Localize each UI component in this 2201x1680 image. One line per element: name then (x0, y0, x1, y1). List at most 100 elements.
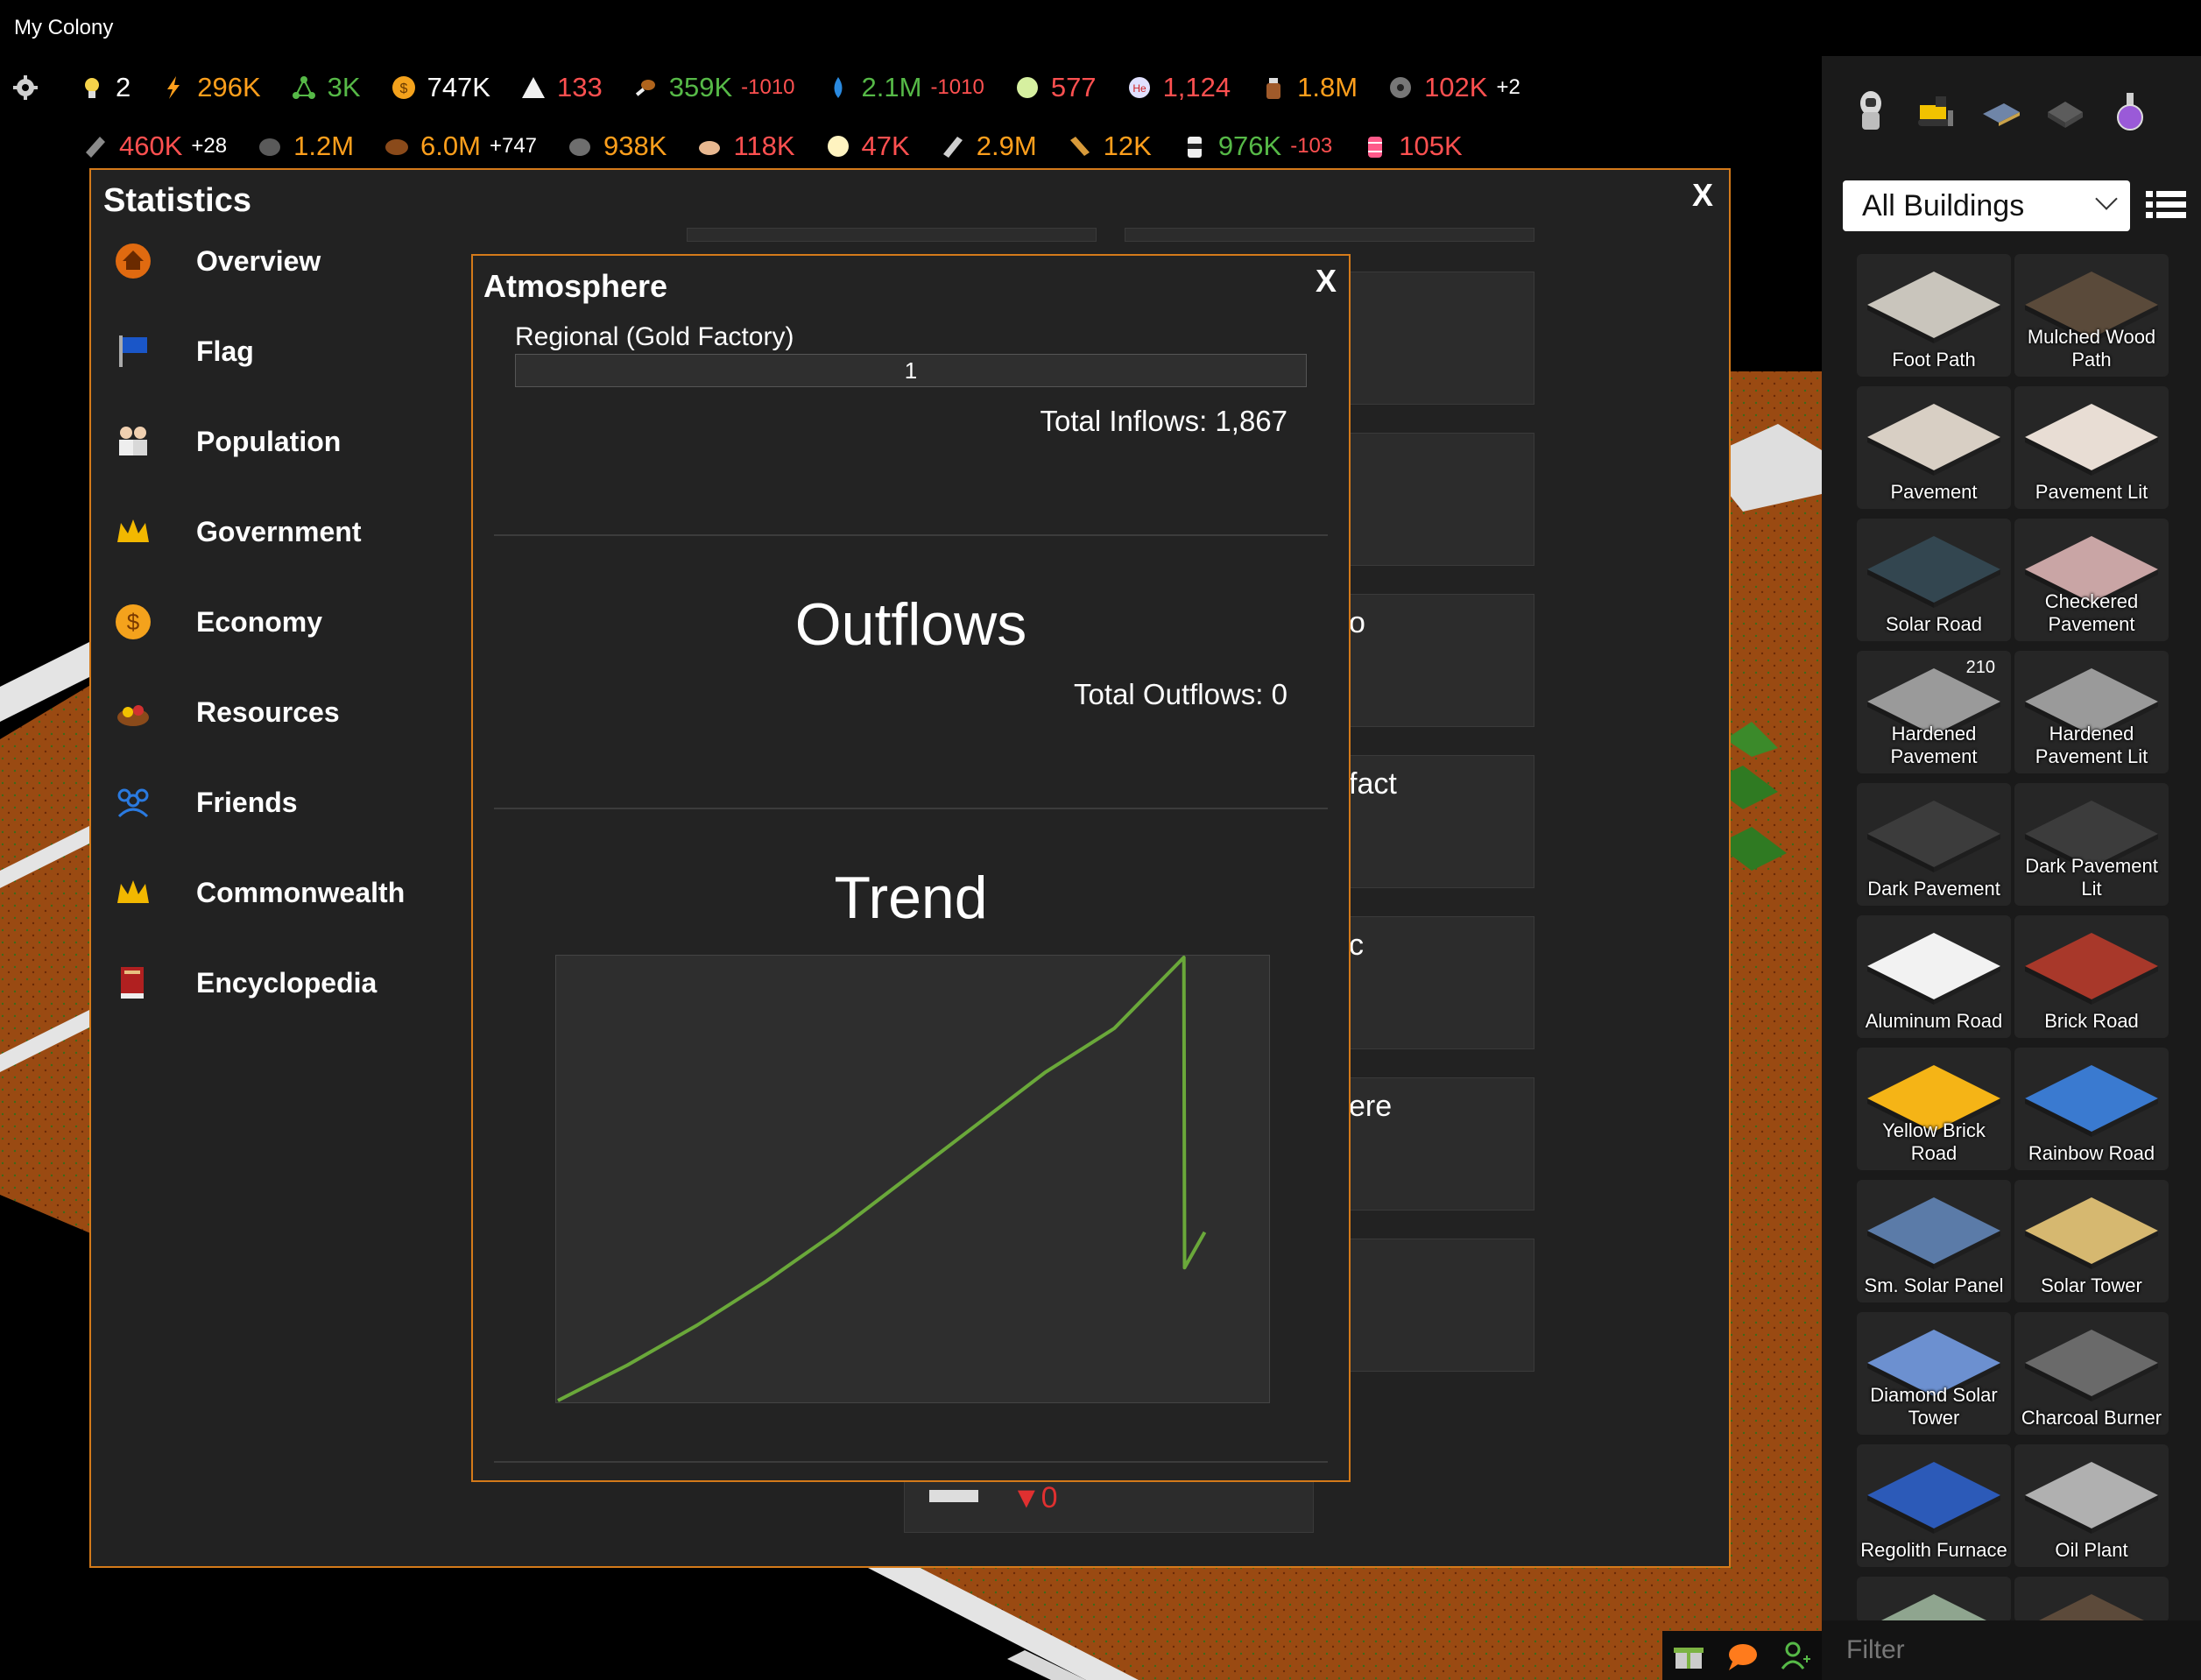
resource-wood[interactable]: 6.0M +747 (384, 131, 537, 162)
building-tile[interactable]: Hardened Pavement Lit (2014, 651, 2169, 773)
building-tile[interactable]: Diamond Solar Tower (1857, 1312, 2011, 1435)
bulldozer-icon[interactable] (1913, 88, 1958, 133)
building-tile[interactable]: Yellow Brick Road (1857, 1048, 2011, 1170)
building-tile[interactable] (2014, 1577, 2169, 1622)
building-category-dropdown[interactable]: All Buildings (1843, 180, 2130, 231)
building-tile[interactable]: Hardened Pavement 210 (1857, 651, 2011, 773)
atmosphere-title: Atmosphere (483, 268, 668, 304)
resources-icon (117, 705, 149, 726)
resource-lightning[interactable]: 296K (160, 72, 261, 103)
building-tile[interactable]: Dark Pavement Lit (2014, 783, 2169, 906)
steel-icon (86, 137, 105, 158)
resource-liquor[interactable]: 1.8M (1260, 72, 1358, 103)
resource-lightbulb[interactable]: 2 (79, 72, 131, 103)
nav-government[interactable]: Government (114, 505, 361, 558)
building-tile[interactable]: Aluminum Road (1857, 915, 2011, 1038)
divider (494, 808, 1328, 809)
building-tile[interactable]: Pavement (1857, 386, 2011, 509)
flag-icon (119, 335, 147, 367)
building-tile[interactable]: Sm. Solar Panel (1857, 1180, 2011, 1302)
building-tile[interactable]: Oil Plant (2014, 1444, 2169, 1567)
resource-gear[interactable] (12, 74, 49, 101)
building-tile[interactable]: Rainbow Road (2014, 1048, 2169, 1170)
building-tile[interactable]: Solar Tower (2014, 1180, 2169, 1302)
resource-lumber[interactable]: 12K (1067, 131, 1152, 162)
building-tile[interactable]: Mulched Wood Path (2014, 254, 2169, 377)
building-tile[interactable]: Brick Road (2014, 915, 2169, 1038)
factory-icon[interactable] (2042, 88, 2088, 133)
gift-icon[interactable] (1672, 1639, 1705, 1672)
stat-card[interactable] (1125, 228, 1534, 242)
book-icon (121, 967, 144, 999)
resource-barrel[interactable]: 105K (1362, 131, 1463, 162)
resource-canister[interactable]: 976K -103 (1182, 131, 1332, 162)
pavement-icon (1867, 404, 2000, 476)
resource-regolith[interactable]: 1.2M (257, 131, 354, 162)
solar-tower-icon (2025, 1197, 2158, 1269)
building-tile-label: Sm. Solar Panel (1864, 1274, 2004, 1296)
building-tile[interactable]: Solar Road (1857, 519, 2011, 641)
crown-icon (117, 880, 149, 903)
resource-value: 1.2M (293, 131, 355, 161)
resource-value: 47K (861, 131, 910, 161)
solar-panel-icon[interactable] (1978, 88, 2023, 133)
regional-source-bar: 1 (515, 354, 1307, 387)
resource-bar-secondary: 460K +28 1.2M 6.0M +747 938K 118K 47K 2.9M 12K 976… (82, 123, 1492, 170)
building-tile[interactable]: Foot Path (1857, 254, 2011, 377)
resource-popcorn[interactable]: 47K (825, 131, 910, 162)
resource-oxygen[interactable]: 577 (1014, 72, 1097, 103)
flask-icon[interactable] (2107, 88, 2153, 133)
nav-commonwealth[interactable]: Commonwealth (114, 866, 405, 919)
atmosphere-close-button[interactable]: X (1316, 263, 1337, 300)
statistics-close-button[interactable]: X (1692, 177, 1713, 214)
gear-icon[interactable] (12, 74, 39, 101)
resource-delta: +747 (489, 134, 538, 158)
food-icon (635, 80, 655, 96)
nav-encyclopedia[interactable]: Encyclopedia (114, 956, 377, 1009)
resource-coin[interactable]: $747K (391, 72, 490, 103)
stat-card[interactable] (687, 228, 1097, 242)
nav-population[interactable]: Population (114, 415, 341, 468)
nav-overview[interactable]: Overview (114, 235, 321, 287)
resource-value: 105K (1399, 131, 1463, 161)
resource-steel[interactable]: 460K +28 (82, 131, 227, 162)
resource-disc[interactable]: 102K +2 (1387, 72, 1520, 103)
dropdown-value: All Buildings (1862, 189, 2025, 222)
nav-friends[interactable]: Friends (114, 776, 298, 829)
nav-flag[interactable]: Flag (114, 325, 254, 378)
resource-ore[interactable]: 938K (567, 131, 667, 162)
building-tile[interactable]: Charcoal Burner (2014, 1312, 2169, 1435)
filter-input[interactable]: Filter (1822, 1620, 2201, 1680)
window-title: My Colony (14, 16, 114, 39)
building-tile[interactable]: Regolith Furnace (1857, 1444, 2011, 1567)
building-tile[interactable] (1857, 1577, 2011, 1622)
building-tile[interactable]: Checkered Pavement (2014, 519, 2169, 641)
solar-road-icon (1867, 536, 2000, 608)
nav-economy[interactable]: $ Economy (114, 596, 322, 648)
resource-value: 2 (116, 72, 131, 102)
resource-aluminum[interactable]: 2.9M (940, 131, 1037, 162)
resource-helium[interactable]: He 1,124 (1126, 72, 1231, 103)
nav-label: Population (196, 425, 342, 457)
partial-tile-icon (1878, 1594, 1990, 1622)
building-tile[interactable]: Pavement Lit (2014, 386, 2169, 509)
building-tile-label: Hardened Pavement Lit (2035, 723, 2148, 767)
chat-icon[interactable] (1725, 1639, 1759, 1672)
list-view-icon[interactable] (2146, 187, 2186, 222)
building-tile[interactable]: Dark Pavement (1857, 783, 2011, 906)
trend-heading: Trend (834, 865, 988, 931)
chevron-down-icon (2095, 187, 2118, 210)
trend-line (557, 956, 1207, 1402)
nav-resources[interactable]: Resources (114, 686, 340, 738)
stat-card-label: c (1349, 928, 1364, 962)
ore-icon (569, 138, 591, 156)
resource-food[interactable]: 359K -1010 (632, 72, 795, 103)
resource-water[interactable]: 2.1M -1010 (825, 72, 984, 103)
resource-delta: -1010 (930, 75, 984, 99)
resource-network[interactable]: 3K (291, 72, 361, 103)
add-friend-icon[interactable] (1779, 1639, 1812, 1672)
resource-bread[interactable]: 118K (696, 131, 795, 162)
astronaut-icon[interactable] (1848, 88, 1894, 133)
charcoal-burner-icon (2025, 1330, 2158, 1401)
resource-tent[interactable]: 133 (520, 72, 603, 103)
